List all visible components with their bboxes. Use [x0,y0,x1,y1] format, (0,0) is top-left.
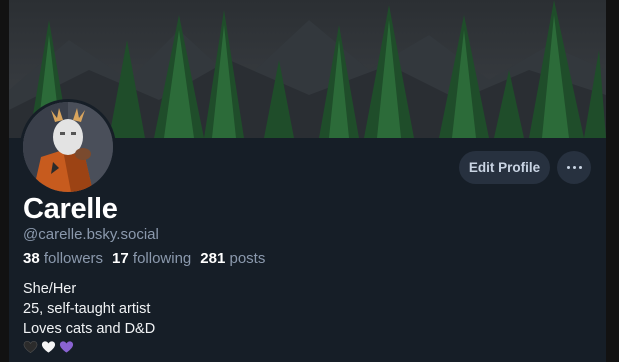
posts-label: posts [229,250,266,267]
bio-hearts [23,340,74,354]
left-margin [0,0,9,362]
white-heart-icon [41,341,56,353]
black-heart-icon [23,341,38,353]
bio-line: 25, self-taught artist [23,301,151,317]
following-count: 17 [112,250,129,267]
profile-bio: She/Her 25, self-taught artist Loves cat… [23,279,155,339]
bio-line: She/Her [23,281,77,297]
avatar-image [23,102,113,192]
posts-stat: 281 posts [200,250,265,267]
purple-heart-icon [59,341,74,353]
followers-count: 38 [23,250,40,267]
edit-profile-button[interactable]: Edit Profile [459,151,550,184]
ellipsis-icon [566,166,582,169]
profile-stats: 38 followers 17 following 281 posts [23,250,265,267]
followers-link[interactable]: 38 followers [23,250,103,267]
following-link[interactable]: 17 following [112,250,191,267]
bio-line: Loves cats and D&D [23,321,156,337]
avatar[interactable] [20,99,116,195]
followers-label: followers [43,250,104,267]
display-name: Carelle [23,193,118,225]
right-margin [606,0,619,362]
profile-header: Edit Profile Carelle @carelle.bsky.socia… [9,0,606,362]
posts-count: 281 [200,250,226,267]
edit-profile-label: Edit Profile [468,160,541,175]
following-label: following [132,250,192,267]
profile-handle: @carelle.bsky.social [23,226,159,243]
more-options-button[interactable] [557,151,591,184]
